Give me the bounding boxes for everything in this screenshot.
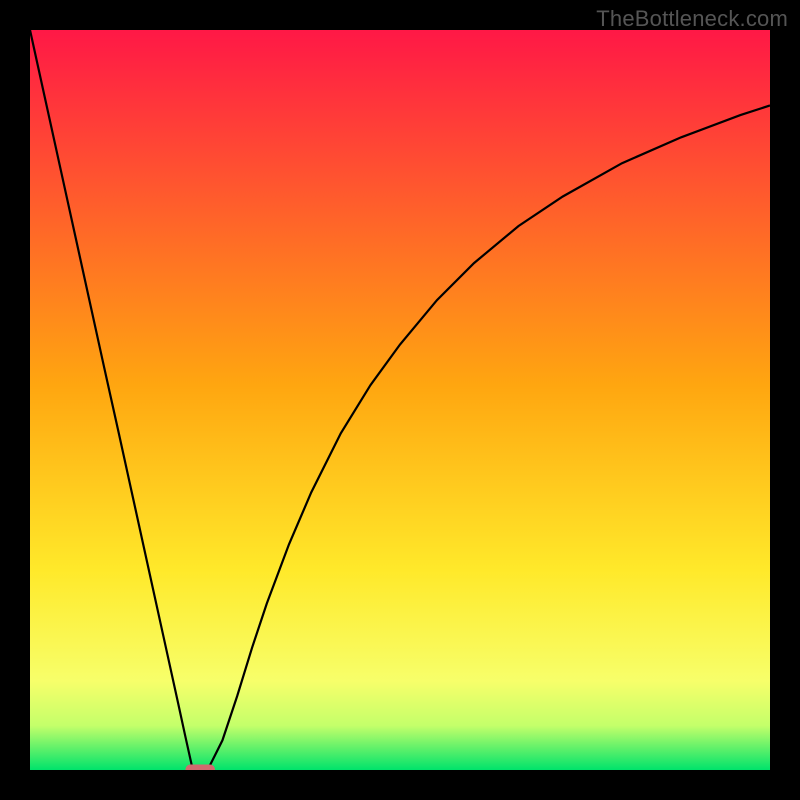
gradient-background xyxy=(30,30,770,770)
optimal-point-marker xyxy=(185,765,215,771)
chart-frame: TheBottleneck.com xyxy=(0,0,800,800)
watermark-text: TheBottleneck.com xyxy=(596,6,788,32)
chart-plot-area xyxy=(30,30,770,770)
chart-canvas xyxy=(30,30,770,770)
